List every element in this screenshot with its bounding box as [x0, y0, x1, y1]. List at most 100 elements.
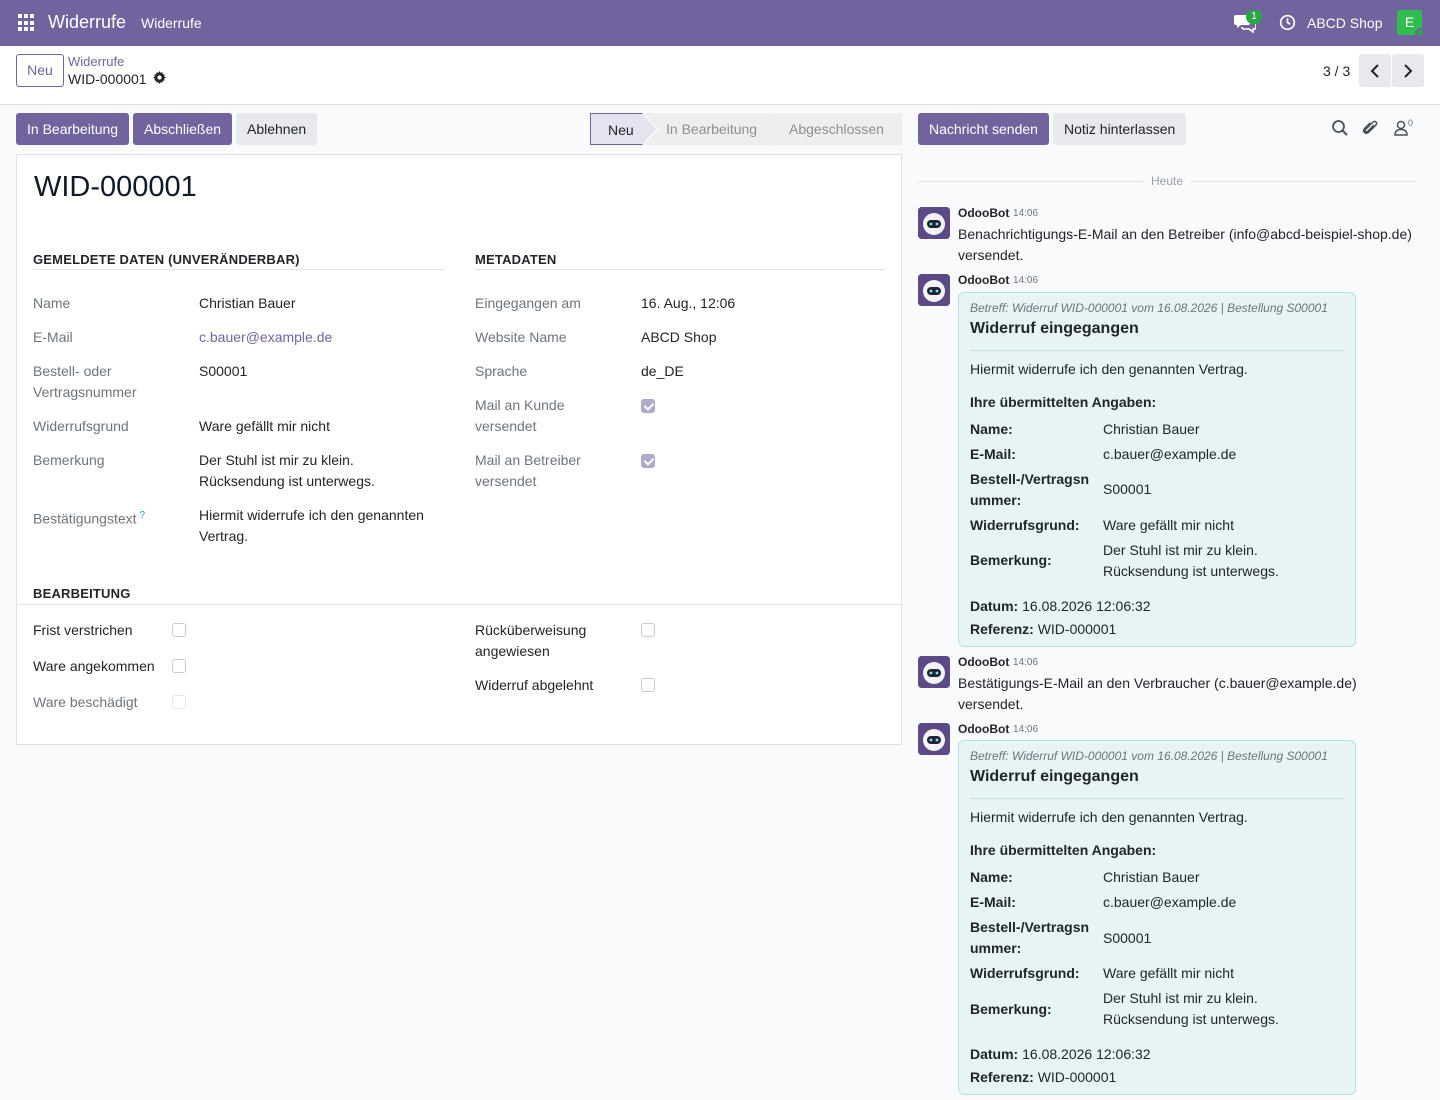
- mail-remark-key: Bemerkung:: [970, 552, 1052, 568]
- mail-customer-label-line2: versendet: [475, 418, 537, 434]
- mail-remark-value: Der Stuhl ist mir zu klein. Rücksendung …: [1103, 988, 1279, 1030]
- confirm-text-value: Hiermit widerrufe ich den genannten Vert…: [199, 505, 424, 547]
- day-separator: Heute: [918, 174, 1416, 188]
- mail-operator-label-line2: versendet: [475, 473, 537, 489]
- mail-ref-value: WID-000001: [1037, 1069, 1117, 1085]
- rejected-label: Widerruf abgelehnt: [475, 677, 594, 693]
- email-link[interactable]: c.bauer@example.de: [199, 327, 332, 348]
- deadline-label: Frist verstrichen: [33, 622, 133, 638]
- mail-ref-value: WID-000001: [1037, 621, 1117, 637]
- user-avatar[interactable]: E: [1397, 10, 1425, 38]
- mail-reference: Referenz: WID-000001: [970, 1067, 1116, 1088]
- activity-clock-icon[interactable]: [1279, 14, 1296, 31]
- online-status-dot: [1415, 28, 1425, 38]
- message-author[interactable]: OdooBot: [958, 273, 1009, 287]
- mail-data-heading: Ihre übermittelten Angaben:: [970, 842, 1157, 858]
- ablehnen-button[interactable]: Ablehnen: [236, 113, 318, 145]
- app-grid-icon[interactable]: [18, 14, 36, 32]
- message-author[interactable]: OdooBot: [958, 655, 1009, 669]
- mail-order-key: Bestell-/Vertragsn ummer:: [970, 917, 1089, 959]
- refund-label: Rücküberweisung angewiesen: [475, 620, 586, 662]
- mail-operator-label-line1: Mail an Betreiber: [475, 452, 581, 468]
- message-time: 14:06: [1013, 275, 1039, 286]
- message-author[interactable]: OdooBot: [958, 722, 1009, 736]
- mail-reason-key: Widerrufsgrund:: [970, 517, 1080, 533]
- pager-value[interactable]: 3 / 3: [1323, 63, 1350, 79]
- breadcrumb-parent[interactable]: Widerrufe: [68, 54, 124, 69]
- mail-heading: Widerruf eingegangen: [970, 320, 1139, 337]
- mail-email-value: c.bauer@example.de: [1103, 894, 1237, 910]
- mail-remark-value: Der Stuhl ist mir zu klein. Rücksendung …: [1103, 540, 1279, 582]
- website-label: Website Name: [475, 329, 567, 345]
- stage-abgeschlossen[interactable]: Abgeschlossen: [768, 113, 902, 145]
- mail-intro: Hiermit widerrufe ich den genannten Vert…: [970, 361, 1248, 377]
- mail-order-key-line1: Bestell-/Vertragsn: [970, 471, 1090, 487]
- mail-email-key: E-Mail:: [970, 894, 1016, 910]
- mail-remark-line2: Rücksendung ist unterwegs.: [1103, 1011, 1279, 1027]
- odoobot-avatar[interactable]: [918, 723, 950, 755]
- mail-customer-label: Mail an Kunde versendet: [475, 395, 565, 437]
- section-processing: BEARBEITUNG: [33, 586, 131, 601]
- mail-name-value: Christian Bauer: [1103, 869, 1200, 885]
- mail-order-key: Bestell-/Vertragsn ummer:: [970, 469, 1090, 511]
- stage-neu[interactable]: Neu: [590, 113, 656, 145]
- received-value: 16. Aug., 12:06: [641, 295, 736, 311]
- order-value: S00001: [199, 363, 248, 379]
- arrived-checkbox[interactable]: [172, 659, 186, 673]
- message-time: 14:06: [1013, 208, 1039, 219]
- mail-order-key-line2: ummer:: [970, 492, 1022, 508]
- abschliessen-button[interactable]: Abschließen: [133, 113, 233, 145]
- mail-divider: [970, 350, 1344, 351]
- gear-icon[interactable]: [153, 71, 166, 84]
- log-note-button[interactable]: Notiz hinterlassen: [1053, 113, 1187, 145]
- top-navbar: Widerrufe Widerrufe 1 ABCD Shop E: [0, 0, 1440, 46]
- app-brand[interactable]: Widerrufe: [48, 12, 126, 33]
- search-icon[interactable]: [1331, 119, 1349, 137]
- reason-value: Ware gefällt mir nicht: [199, 418, 330, 434]
- refund-checkbox[interactable]: [641, 623, 655, 637]
- mail-card: Betreff: Widerruf WID-000001 vom 16.08.2…: [958, 740, 1356, 1095]
- mail-name-key: Name:: [970, 869, 1013, 885]
- order-label: Bestell- oder Vertragsnummer: [33, 361, 136, 403]
- company-switcher[interactable]: ABCD Shop: [1307, 15, 1382, 31]
- help-icon[interactable]: ?: [140, 510, 146, 521]
- robot-icon: [918, 723, 950, 755]
- message-body: Benachrichtigungs-E-Mail an den Betreibe…: [958, 224, 1428, 266]
- new-record-button[interactable]: Neu: [16, 54, 64, 87]
- mail-operator-checkbox: [641, 454, 655, 468]
- odoobot-avatar[interactable]: [918, 207, 950, 239]
- message-body: Bestätigungs-E-Mail an den Verbraucher (…: [958, 673, 1428, 715]
- mail-operator-label: Mail an Betreiber versendet: [475, 450, 581, 492]
- mail-reference: Referenz: WID-000001: [970, 619, 1116, 640]
- message-line1: Benachrichtigungs-E-Mail an den Betreibe…: [958, 226, 1412, 242]
- message-author[interactable]: OdooBot: [958, 206, 1009, 220]
- mail-date-value: 16.08.2026 12:06:32: [1022, 1046, 1151, 1062]
- deadline-checkbox[interactable]: [172, 623, 186, 637]
- send-message-button[interactable]: Nachricht senden: [918, 113, 1049, 145]
- refund-label-line2: angewiesen: [475, 643, 550, 659]
- mail-subject: Betreff: Widerruf WID-000001 vom 16.08.2…: [970, 301, 1328, 315]
- rejected-checkbox[interactable]: [641, 678, 655, 692]
- refund-label-line1: Rücküberweisung: [475, 622, 587, 638]
- user-initial: E: [1404, 14, 1415, 30]
- arrived-label: Ware angekommen: [33, 658, 155, 674]
- pager-previous-button[interactable]: [1359, 54, 1391, 87]
- mail-reason-key: Widerrufsgrund:: [970, 965, 1080, 981]
- mail-data-heading: Ihre übermittelten Angaben:: [970, 394, 1157, 410]
- confirm-line2: Vertrag.: [199, 528, 249, 544]
- separator-line: [33, 269, 444, 270]
- paperclip-icon[interactable]: [1361, 119, 1379, 137]
- in-bearbeitung-button[interactable]: In Bearbeitung: [16, 113, 130, 145]
- stage-in-bearbeitung[interactable]: In Bearbeitung: [644, 113, 782, 145]
- record-title: WID-000001: [34, 171, 197, 203]
- odoobot-avatar[interactable]: [918, 656, 950, 688]
- menu-widerrufe[interactable]: Widerrufe: [141, 15, 202, 31]
- mail-intro: Hiermit widerrufe ich den genannten Vert…: [970, 809, 1248, 825]
- separator-line: [17, 604, 901, 605]
- remark-label: Bemerkung: [33, 452, 105, 468]
- odoobot-avatar[interactable]: [918, 274, 950, 306]
- mail-ref-key: Referenz:: [970, 1069, 1034, 1085]
- message-line2: versendet.: [958, 696, 1024, 712]
- pager-next-button[interactable]: [1392, 54, 1424, 87]
- mail-divider: [970, 798, 1344, 799]
